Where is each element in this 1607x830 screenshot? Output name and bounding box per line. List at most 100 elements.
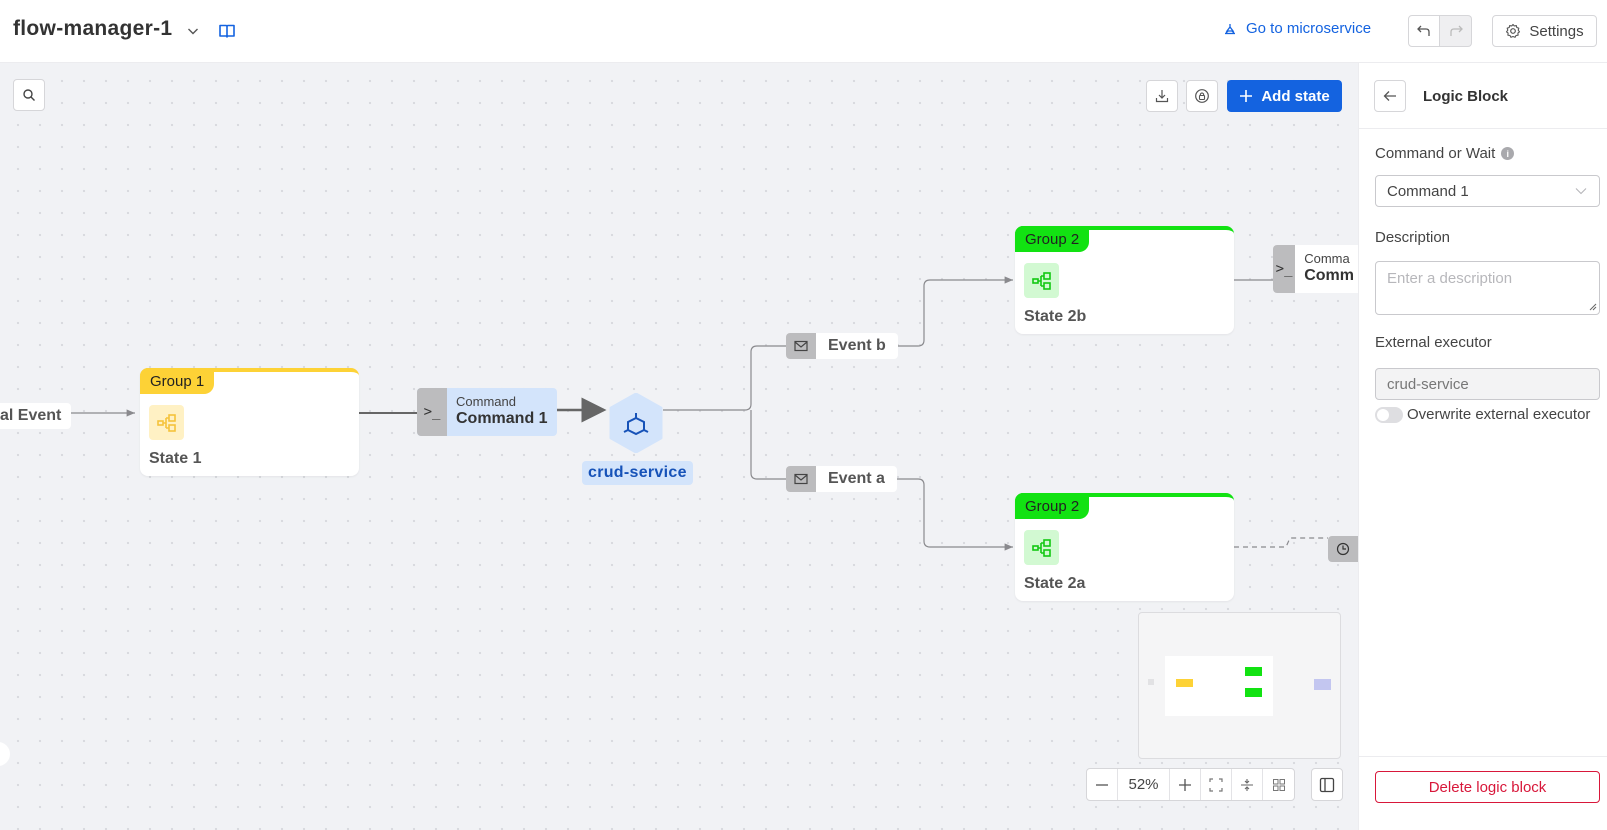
clock-icon [1336, 542, 1350, 556]
go-to-microservice-label: Go to microservice [1246, 20, 1372, 37]
command-type: Comma [1304, 251, 1350, 266]
add-state-label: Add state [1261, 87, 1330, 105]
external-event-node[interactable]: al Event [0, 403, 72, 429]
group-tag: Group 2 [1015, 493, 1090, 519]
edge-state2a-to-timer [1234, 537, 1328, 548]
group-tag: Group 1 [140, 368, 215, 394]
microservice-icon [1225, 23, 1235, 34]
plus-icon [1179, 778, 1191, 791]
overwrite-executor-row: Overwrite external executor [1375, 406, 1590, 423]
minimap-node [1314, 679, 1331, 690]
redo-icon [1449, 25, 1463, 36]
flow-title[interactable]: flow-manager-1 [13, 17, 172, 41]
state-node-state2a[interactable]: Group 2 State 2a [1015, 493, 1234, 601]
history-controls [1408, 15, 1472, 47]
back-button[interactable] [1374, 80, 1406, 112]
zoom-in-button[interactable] [1170, 769, 1201, 800]
lock-circle-icon [1195, 89, 1209, 103]
terminal-icon: >_ [417, 388, 447, 436]
settings-button[interactable]: Settings [1492, 15, 1597, 47]
command-or-wait-label-text: Command or Wait [1375, 145, 1496, 162]
event-node-event-a[interactable]: Event a [786, 466, 897, 492]
command-type: Command [456, 394, 516, 409]
command-node-command1[interactable]: >_ Command Command 1 [417, 388, 557, 436]
redo-button[interactable] [1440, 15, 1472, 47]
flow-tree-icon [1031, 538, 1051, 557]
state-node-state1[interactable]: Group 1 State 1 [140, 368, 359, 476]
external-executor-label: External executor [1375, 334, 1492, 351]
event-label: Event b [828, 337, 886, 354]
envelope-icon [786, 333, 816, 359]
undo-icon [1417, 25, 1430, 36]
description-label: Description [1375, 229, 1451, 246]
edge-eventa-to-state2a [893, 478, 1013, 551]
delete-logic-block-button[interactable]: Delete logic block [1375, 771, 1600, 803]
grid-layout-button[interactable] [1263, 769, 1294, 800]
search-button[interactable] [13, 79, 45, 111]
zoom-out-button[interactable] [1087, 769, 1118, 800]
command-or-wait-select[interactable]: Command 1 [1375, 175, 1600, 207]
overwrite-executor-label: Overwrite external executor [1407, 406, 1591, 423]
group-tag: Group 2 [1015, 226, 1090, 252]
minimap-node [1148, 679, 1154, 685]
download-icon [1155, 90, 1169, 103]
service-hexagon-node[interactable] [609, 393, 663, 453]
undo-button[interactable] [1408, 15, 1440, 47]
logic-block-panel: Logic Block Command or Wait i Command 1 … [1358, 63, 1607, 830]
go-to-microservice-link[interactable]: Go to microservice [1222, 20, 1371, 37]
flow-tree-icon [156, 413, 176, 432]
minimap-node [1176, 679, 1193, 687]
book-icon[interactable] [218, 22, 236, 40]
terminal-icon: >_ [1273, 245, 1296, 293]
info-icon[interactable]: i [1501, 147, 1515, 160]
event-label: Event a [828, 470, 885, 487]
export-button[interactable] [1146, 80, 1178, 112]
app-header: flow-manager-1 Go to microservice Settin… [0, 0, 1607, 63]
state-icon-wrap [1024, 263, 1059, 298]
state-icon-wrap [149, 405, 184, 440]
add-state-button[interactable]: Add state [1227, 80, 1342, 112]
resize-grip-icon[interactable] [1587, 301, 1597, 311]
command-or-wait-label: Command or Wait i [1375, 145, 1515, 162]
command-name: Comm [1304, 267, 1354, 284]
edge-eventb-to-state2b [893, 276, 1013, 347]
flow-tree-icon [1031, 271, 1051, 290]
fullscreen-icon [1209, 777, 1223, 792]
settings-label: Settings [1529, 22, 1584, 40]
plus-icon [1240, 90, 1253, 102]
lock-toggle-button[interactable] [1186, 80, 1218, 112]
search-icon [23, 89, 35, 101]
description-textarea[interactable] [1375, 261, 1600, 315]
state-node-state2b[interactable]: Group 2 State 2b [1015, 226, 1234, 334]
toggle-panel-button[interactable] [1311, 768, 1343, 801]
arrow-left-icon [1383, 91, 1396, 101]
state-name: State 2a [1024, 575, 1086, 592]
panel-title: Logic Block [1423, 88, 1509, 105]
fit-view-button[interactable] [1201, 769, 1232, 800]
compress-vertical-icon [1241, 778, 1253, 791]
grid-icon [1272, 778, 1285, 791]
gear-icon [1506, 23, 1521, 38]
minimap-node [1245, 667, 1262, 676]
service-label[interactable]: crud-service [582, 461, 693, 485]
minimap-node [1245, 688, 1262, 697]
edge-service-to-events [663, 345, 786, 480]
chevron-down-icon[interactable] [185, 23, 201, 39]
select-value: Command 1 [1387, 182, 1469, 200]
collapse-button[interactable] [1232, 769, 1263, 800]
state-name: State 2b [1024, 308, 1087, 325]
state-name: State 1 [149, 450, 202, 467]
command-node-command2[interactable]: >_ Comma Comm [1273, 245, 1358, 293]
chevron-down-icon [1575, 188, 1587, 195]
state-icon-wrap [1024, 530, 1059, 565]
sidebar-panel-icon [1319, 777, 1335, 792]
external-executor-input[interactable]: crud-service [1375, 368, 1600, 400]
wait-node[interactable] [1328, 536, 1358, 562]
minus-icon [1096, 783, 1108, 786]
zoom-controls: 52% [1086, 768, 1295, 801]
event-node-event-b[interactable]: Event b [786, 333, 898, 359]
envelope-icon [786, 466, 816, 492]
overwrite-executor-toggle[interactable] [1375, 406, 1403, 423]
flow-canvas[interactable]: Add state al Event Group 1 State 1 >_ Co… [0, 63, 1358, 830]
minimap[interactable] [1138, 612, 1341, 759]
